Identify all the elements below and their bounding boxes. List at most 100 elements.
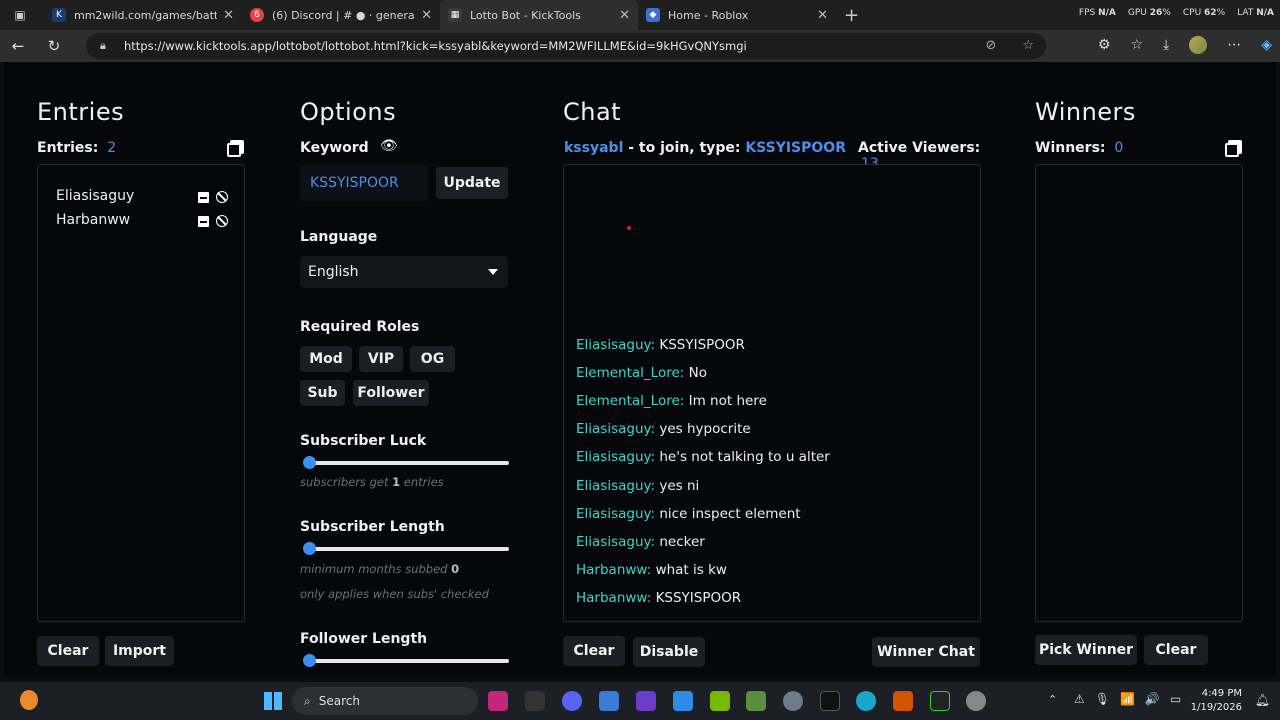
windows-start-icon[interactable]: [264, 692, 282, 710]
entries-count-row: Entries: 2: [37, 140, 116, 156]
disable-chat-button[interactable]: Disable: [633, 637, 705, 667]
winner-chat-button[interactable]: Winner Chat: [872, 637, 980, 667]
browser-tab-roblox[interactable]: ◆ Home - Roblox ✕: [638, 0, 836, 30]
back-icon[interactable]: ←: [0, 37, 36, 55]
no-tracking-icon[interactable]: ⊘: [985, 38, 996, 53]
copilot-icon[interactable]: ◈: [1261, 37, 1272, 53]
ban-entry-icon[interactable]: [216, 215, 228, 227]
browser-tab-bar: ▣ K mm2wild.com/games/battles/552 ✕ 6 (6…: [0, 0, 1280, 30]
viewers-label: Active Viewers:: [858, 140, 981, 156]
kicktools-favicon-icon: ▦: [448, 8, 462, 22]
language-select[interactable]: English: [300, 256, 508, 288]
subscriber-luck-slider[interactable]: [303, 456, 509, 469]
role-sub-toggle[interactable]: Sub: [300, 380, 345, 406]
chat-log: Eliasisaguy: KSSYISPOOR Elemental_Lore: …: [563, 164, 981, 622]
clear-entries-button[interactable]: Clear: [37, 636, 99, 666]
join-text: - to join, type:: [628, 140, 741, 156]
follower-length-label: Follower Length: [300, 631, 428, 647]
subscriber-luck-hint: subscribers get 1 entries: [300, 475, 444, 489]
slider-handle[interactable]: [303, 654, 316, 667]
import-button[interactable]: Import: [105, 636, 174, 666]
browser-tab-lottobot[interactable]: ▦ Lotto Bot - KickTools ✕: [440, 0, 638, 30]
extensions-icon[interactable]: ⚙: [1098, 37, 1111, 53]
update-button[interactable]: Update: [436, 167, 508, 199]
remove-entry-icon[interactable]: [198, 216, 209, 227]
browser-tab-discord[interactable]: 6 (6) Discord | # ● · general | MM2W ✕: [242, 0, 440, 30]
hint-text: minimum months subbed: [300, 562, 448, 576]
new-tab-button[interactable]: +: [844, 5, 859, 26]
language-label: Language: [300, 229, 378, 245]
subscriber-length-slider[interactable]: [303, 542, 509, 555]
system-clock[interactable]: 4:49 PM 1/19/2026: [1191, 687, 1242, 715]
close-tab-icon[interactable]: ✕: [421, 8, 432, 23]
edge-browser-icon[interactable]: [856, 691, 876, 711]
performance-overlay: FPS N/A GPU 26% CPU 62% LAT N/A: [1079, 8, 1274, 18]
clear-chat-button[interactable]: Clear: [563, 636, 625, 666]
role-og-toggle[interactable]: OG: [410, 346, 455, 372]
close-tab-icon[interactable]: ✕: [817, 8, 828, 23]
store-icon[interactable]: [599, 691, 619, 711]
role-vip-toggle[interactable]: VIP: [359, 346, 403, 372]
entry-name: Harbanww: [56, 212, 131, 228]
copy-winners-icon[interactable]: [1225, 140, 1242, 157]
more-menu-icon[interactable]: ⋯: [1227, 37, 1241, 53]
lotto-bot-page: Entries Entries: 2 Eliasisaguy Harbanww …: [4, 62, 1276, 676]
downloads-icon[interactable]: ⤓: [1163, 37, 1169, 53]
entry-name: Eliasisaguy: [56, 188, 135, 204]
clear-winners-button[interactable]: Clear: [1144, 635, 1208, 665]
weather-icon[interactable]: [20, 690, 38, 710]
show-keyword-eye-icon[interactable]: 👁︎: [380, 138, 398, 154]
chrome-icon[interactable]: [966, 691, 986, 711]
discord-icon[interactable]: [562, 691, 582, 711]
chat-text: what is kw: [655, 562, 727, 578]
chat-message: Eliasisaguy: necker: [576, 534, 705, 550]
chat-text: necker: [659, 534, 705, 550]
chat-message: Eliasisaguy: yes ni: [576, 478, 699, 494]
fps-label: FPS: [1078, 8, 1096, 18]
chat-message: Eliasisaguy: yes hypocrite: [576, 421, 751, 437]
favorites-icon[interactable]: ☆: [1130, 37, 1143, 53]
slider-handle[interactable]: [303, 542, 316, 555]
slider-handle[interactable]: [303, 456, 316, 469]
gpu-label: GPU: [1127, 8, 1147, 18]
epic-games-icon[interactable]: [525, 691, 545, 711]
close-tab-icon[interactable]: ✕: [223, 8, 234, 23]
settings-gear-icon[interactable]: [783, 691, 803, 711]
discord-favicon-icon: 6: [250, 8, 264, 22]
role-mod-toggle[interactable]: Mod: [300, 346, 352, 372]
app-icon[interactable]: [893, 691, 913, 711]
chat-username: Harbanww:: [576, 562, 652, 578]
favorite-star-icon[interactable]: ☆: [1022, 38, 1034, 53]
app-icon[interactable]: [488, 691, 508, 711]
follower-length-slider[interactable]: [303, 654, 509, 667]
minecraft-icon[interactable]: [746, 691, 766, 711]
profile-avatar[interactable]: [1189, 36, 1208, 54]
address-bar-row: ← ↻ 🔒︎ https://www.kicktools.app/lottobo…: [0, 30, 1280, 62]
pick-winner-button[interactable]: Pick Winner: [1035, 635, 1137, 665]
remove-entry-icon[interactable]: [198, 192, 209, 203]
taskbar-search[interactable]: ⌕ Search: [292, 687, 478, 715]
cpu-value: 62: [1204, 8, 1217, 18]
visual-studio-icon[interactable]: [636, 691, 656, 711]
chat-message: Eliasisaguy: he's not talking to u alter: [576, 449, 830, 465]
site-info-icon[interactable]: 🔒︎: [100, 39, 114, 53]
notifications-bell-icon[interactable]: 🔔︎: [1255, 693, 1270, 707]
lat-label: LAT: [1237, 8, 1254, 18]
notepad-icon[interactable]: [673, 691, 693, 711]
tray-chevron-up-icon[interactable]: ⌃: [1048, 693, 1057, 706]
nvidia-icon[interactable]: [710, 691, 730, 711]
browser-tab-mm2wild[interactable]: K mm2wild.com/games/battles/552 ✕: [44, 0, 242, 30]
url-field[interactable]: 🔒︎ https://www.kicktools.app/lottobot/lo…: [86, 33, 1046, 59]
keyword-input[interactable]: KSSYISPOOR: [300, 165, 428, 201]
refresh-icon[interactable]: ↻: [36, 37, 72, 55]
copy-entries-icon[interactable]: [227, 140, 244, 157]
chat-message: Eliasisaguy: KSSYISPOOR: [576, 337, 745, 353]
tab-actions-icon[interactable]: ▣: [6, 1, 34, 29]
role-follower-toggle[interactable]: Follower: [353, 380, 429, 406]
chat-column: Chat kssyabl - to join, type: KSSYISPOOR…: [559, 62, 989, 676]
tiktok-icon[interactable]: [820, 691, 840, 711]
terminal-icon[interactable]: [930, 691, 950, 711]
winners-list: [1035, 164, 1243, 622]
ban-entry-icon[interactable]: [216, 191, 228, 203]
close-tab-icon[interactable]: ✕: [619, 8, 630, 23]
